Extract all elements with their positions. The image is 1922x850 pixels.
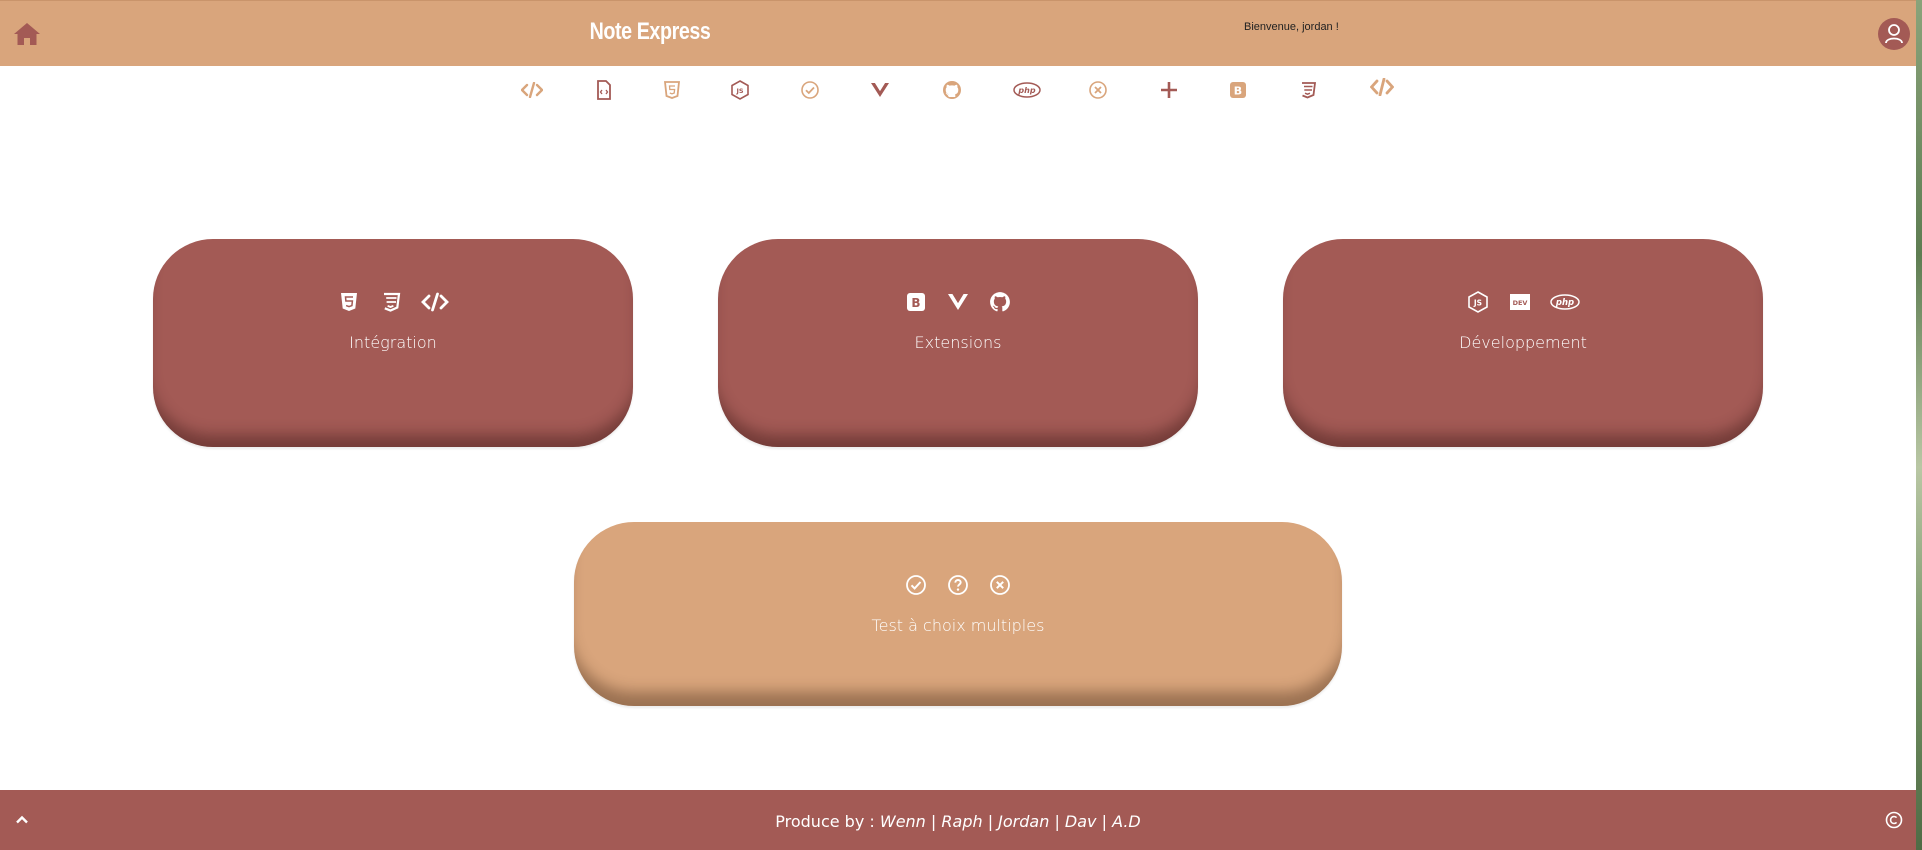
- svg-text:JS: JS: [735, 87, 743, 95]
- card-multiple-choice-test[interactable]: Test à choix multiples: [574, 522, 1342, 706]
- credits-separator: |: [1049, 812, 1065, 831]
- svg-text:php: php: [1555, 298, 1574, 308]
- code-icon: [420, 289, 450, 315]
- author-name: Dav: [1064, 812, 1097, 831]
- card-development[interactable]: JS DEV php Développement: [1283, 239, 1763, 447]
- welcome-message: Bienvenue, jordan !: [1244, 21, 1339, 33]
- author-name: A.D: [1112, 812, 1141, 831]
- bootstrap-icon: B: [903, 289, 929, 315]
- card-label: Développement: [1459, 333, 1587, 352]
- svg-text:DEV: DEV: [1513, 299, 1528, 307]
- credits-prefix: Produce by :: [775, 812, 875, 831]
- github-icon[interactable]: [940, 78, 964, 102]
- user-icon[interactable]: [1878, 18, 1910, 50]
- author-name: Wenn: [879, 812, 926, 831]
- svg-text:JS: JS: [1473, 299, 1482, 308]
- vuejs-icon[interactable]: [868, 78, 892, 102]
- vuejs-icon: [945, 289, 971, 315]
- card-icons: [574, 572, 1342, 598]
- bootstrap-icon[interactable]: B: [1226, 78, 1250, 102]
- github-icon: [987, 289, 1013, 315]
- html5-icon: [336, 289, 362, 315]
- card-icons: [153, 289, 633, 315]
- credits-separator: |: [982, 812, 999, 831]
- credits-separator: |: [1096, 812, 1113, 831]
- svg-text:B: B: [911, 296, 920, 310]
- card-icons: B: [718, 289, 1198, 315]
- html5-icon[interactable]: [660, 78, 684, 102]
- svg-text:php: php: [1017, 86, 1035, 95]
- code-icon[interactable]: [520, 78, 544, 102]
- card-extensions[interactable]: B Extensions: [718, 239, 1198, 447]
- x-circle-icon: [987, 572, 1013, 598]
- author-name: Raph: [941, 812, 983, 831]
- check-circle-icon: [903, 572, 929, 598]
- copyright-icon: [1884, 810, 1904, 830]
- card-integration[interactable]: Intégration: [153, 239, 633, 447]
- php-icon[interactable]: php: [1012, 78, 1042, 102]
- credits: Produce by : Wenn | Raph | Jordan | Dav …: [0, 812, 1916, 831]
- css3-icon: [378, 289, 404, 315]
- home-icon[interactable]: [13, 21, 41, 47]
- header-bar: Note Express Bienvenue, jordan !: [0, 0, 1916, 66]
- card-label: Intégration: [349, 333, 437, 352]
- php-icon: php: [1549, 289, 1581, 315]
- dev-icon: DEV: [1507, 289, 1533, 315]
- plus-icon[interactable]: [1157, 78, 1181, 102]
- credits-authors: Wenn | Raph | Jordan | Dav | A.D: [880, 812, 1141, 831]
- author-name: Jordan: [998, 812, 1050, 831]
- footer-bar: Produce by : Wenn | Raph | Jordan | Dav …: [0, 790, 1916, 850]
- card-icons: JS DEV php: [1283, 289, 1763, 315]
- svg-text:B: B: [1234, 85, 1242, 98]
- page: Note Express Bienvenue, jordan ! JS php …: [0, 0, 1922, 850]
- card-label: Extensions: [914, 333, 1002, 352]
- code-icon[interactable]: [1370, 75, 1394, 99]
- app-title: Note Express: [589, 18, 711, 45]
- question-circle-icon: [945, 572, 971, 598]
- credits-separator: |: [925, 812, 942, 831]
- x-circle-icon[interactable]: [1086, 78, 1110, 102]
- card-label: Test à choix multiples: [871, 616, 1045, 635]
- technology-icon-bar: JS php B: [0, 78, 1916, 108]
- css3-icon[interactable]: [1296, 78, 1320, 102]
- nodejs-icon[interactable]: JS: [728, 78, 752, 102]
- check-circle-icon[interactable]: [798, 78, 822, 102]
- file-code-icon[interactable]: [592, 78, 616, 102]
- nodejs-icon: JS: [1465, 289, 1491, 315]
